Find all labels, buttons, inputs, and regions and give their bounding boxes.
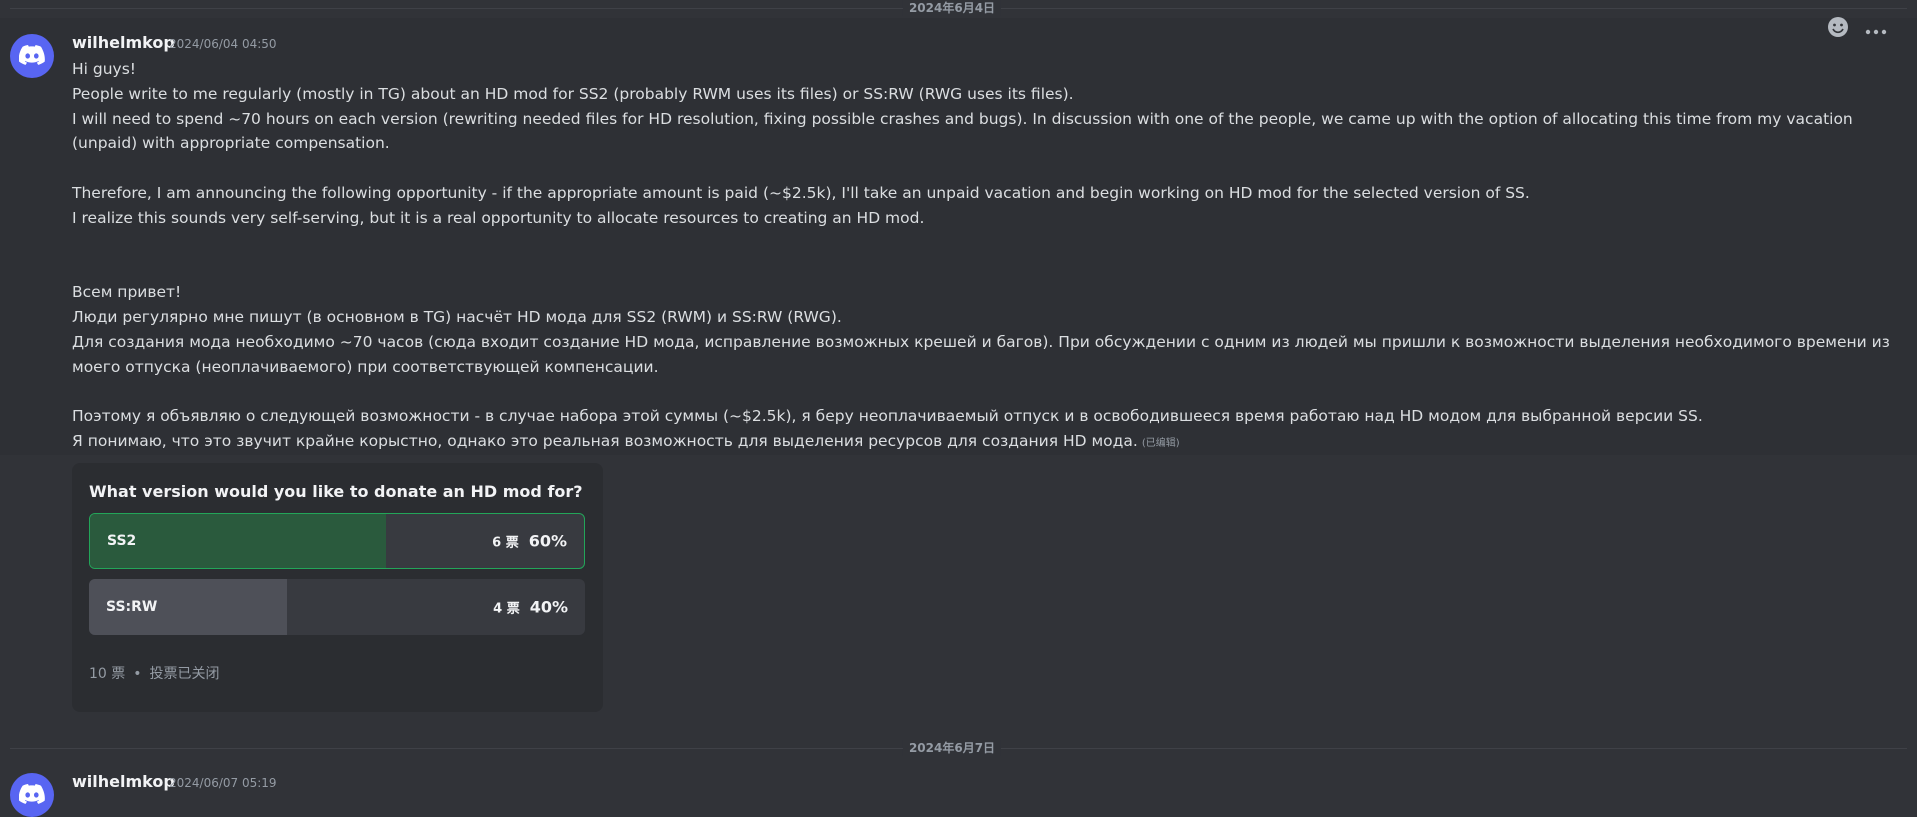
discord-logo-icon [19, 784, 45, 804]
poll-question: What version would you like to donate an… [89, 482, 583, 501]
message-line: I will need to spend ~70 hours on each v… [72, 109, 1853, 153]
message-content: Hi guys! People write to me regularly (m… [72, 57, 1902, 457]
poll-footer: 10 票 • 投票已关闭 [89, 663, 220, 683]
message-line-text: Я понимаю, что это звучит крайне корыстн… [72, 431, 1138, 450]
poll-answer-stats: 6 票 60% [492, 532, 567, 551]
message-line: Поэтому я объявляю о следующей возможнос… [72, 407, 1703, 426]
message-line: I realize this sounds very self-serving,… [72, 208, 925, 227]
avatar[interactable] [10, 773, 54, 817]
poll-answer-percent: 40% [529, 597, 568, 617]
poll-answer-stats: 4 票 40% [493, 598, 568, 617]
message-last-line: Я понимаю, что это звучит крайне корыстн… [72, 429, 1902, 457]
message-timestamp: 2024/06/04 04:50 [169, 37, 277, 51]
message-line: Люди регулярно мне пишут (в основном в T… [72, 307, 842, 326]
poll-answer[interactable]: SS2 6 票 60% [89, 513, 585, 569]
edited-label: (已编辑) [1141, 437, 1180, 449]
more-options-icon[interactable] [1865, 20, 1887, 39]
poll-answer[interactable]: SS:RW 4 票 40% [89, 579, 585, 635]
poll-answer-votes: 6 票 [492, 535, 519, 551]
add-reaction-icon[interactable] [1827, 16, 1849, 42]
date-divider-label: 2024年6月4日 [902, 0, 1002, 16]
username[interactable]: wilhelmkop [72, 33, 175, 53]
message-line: Therefore, I am announcing the following… [72, 183, 1530, 202]
message-line: People write to me regularly (mostly in … [72, 84, 1074, 103]
poll: What version would you like to donate an… [72, 463, 603, 712]
username[interactable]: wilhelmkop [72, 772, 175, 792]
message-line [72, 255, 1902, 280]
poll-status: 投票已关闭 [149, 666, 220, 682]
message-line: Всем привет! [72, 283, 182, 302]
poll-answer-label: SS:RW [106, 599, 158, 615]
message-line: Для создания мода необходимо ~70 часов (… [72, 332, 1890, 376]
poll-total-votes: 10 票 [89, 666, 126, 682]
poll-answer-percent: 60% [528, 531, 567, 551]
poll-answer-label: SS2 [107, 533, 137, 549]
message-line [72, 156, 1902, 181]
avatar[interactable] [10, 34, 54, 78]
message-timestamp: 2024/06/07 05:19 [169, 776, 277, 790]
discord-logo-icon [19, 45, 45, 65]
date-divider-label: 2024年6月7日 [902, 740, 1002, 756]
message-line: Hi guys! [72, 60, 137, 78]
poll-answer-votes: 4 票 [493, 601, 520, 617]
message-line [72, 231, 1902, 256]
message-line [72, 379, 1902, 404]
message-hover-actions [1827, 16, 1887, 42]
separator-dot: • [133, 666, 142, 682]
